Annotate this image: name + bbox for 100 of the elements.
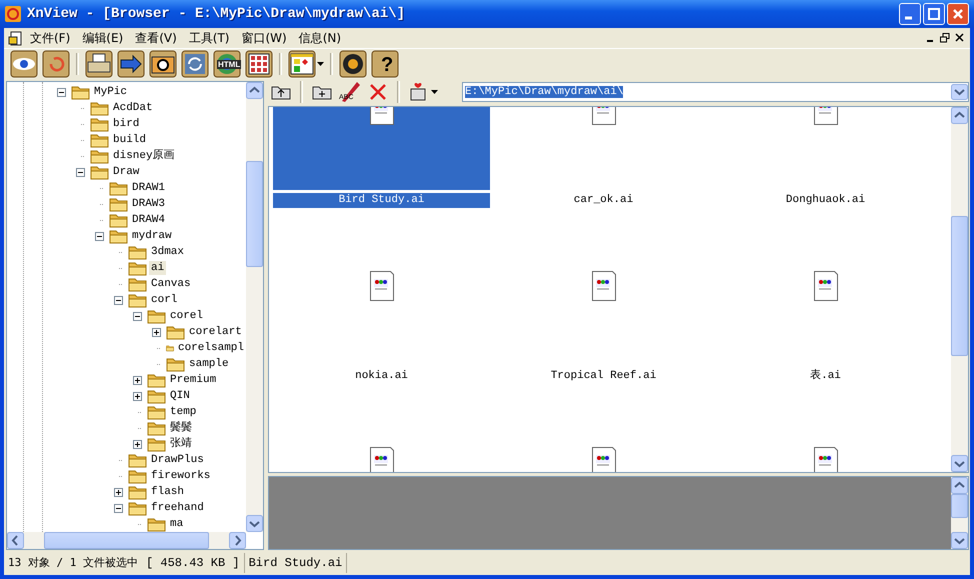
folder-name[interactable]: corelsampl <box>176 341 246 355</box>
scroll-thumb[interactable] <box>951 494 968 518</box>
folder-name[interactable]: fireworks <box>149 469 212 483</box>
toolbar-button[interactable] <box>8 50 40 78</box>
folder-name[interactable]: DRAW4 <box>130 213 168 227</box>
folder-name[interactable]: corel <box>168 309 206 323</box>
menu-item[interactable]: 文件(F) <box>24 30 76 46</box>
toolbar-button[interactable] <box>286 50 326 78</box>
scroll-thumb[interactable] <box>44 532 209 549</box>
status-text: 13 对象 / 1 文件被选中 <box>7 555 139 571</box>
scroll-thumb[interactable] <box>951 216 968 356</box>
folder-icon <box>128 260 147 276</box>
folder-name[interactable]: corl <box>149 293 180 307</box>
folder-name[interactable]: 3dmax <box>149 245 186 259</box>
toolbar-button[interactable] <box>337 50 369 78</box>
scroll-left-button[interactable] <box>7 532 24 549</box>
folder-icon <box>90 116 109 132</box>
folder-icon <box>147 404 166 420</box>
expand-icon[interactable] <box>114 488 123 496</box>
menu-item[interactable]: 信息(N) <box>292 30 348 46</box>
file-name[interactable]: Donghuaok.ai <box>717 193 934 208</box>
toolbar-button[interactable]: ? <box>369 50 401 78</box>
document-icon <box>370 271 394 301</box>
file-name[interactable]: Tropical Reef.ai <box>495 369 712 384</box>
collapse-icon[interactable] <box>95 232 104 240</box>
folder-name[interactable]: DRAW3 <box>130 197 168 211</box>
folder-icon <box>90 148 109 164</box>
folder-name[interactable]: flash <box>149 485 186 499</box>
collapse-icon[interactable] <box>133 312 142 320</box>
folder-name[interactable]: Draw <box>111 165 142 179</box>
file-name[interactable]: 表.ai <box>717 369 934 384</box>
folder-name[interactable]: ai <box>149 261 166 275</box>
folder-icon <box>147 388 166 404</box>
folder-name[interactable]: temp <box>168 405 198 419</box>
scroll-up-button[interactable] <box>951 107 968 124</box>
collapse-icon[interactable] <box>114 504 123 512</box>
expand-icon[interactable] <box>133 392 142 400</box>
scroll-down-button[interactable] <box>951 532 968 549</box>
folder-name[interactable]: MyPic <box>92 85 130 99</box>
folder-name[interactable]: Premium <box>168 373 218 387</box>
folder-name[interactable]: Canvas <box>149 277 193 291</box>
folder-name[interactable]: build <box>111 133 148 147</box>
folder-icon <box>128 292 147 308</box>
folder-icon <box>147 372 166 388</box>
toolbar-button[interactable] <box>243 50 275 78</box>
scroll-down-button[interactable] <box>246 515 263 532</box>
menu-item[interactable]: 工具(T) <box>182 30 236 46</box>
folder-icon <box>109 180 128 196</box>
expand-icon[interactable] <box>133 440 142 448</box>
dropdown-icon <box>317 62 324 66</box>
folder-icon <box>90 164 109 180</box>
toolbar-button[interactable] <box>115 50 147 78</box>
folder-name[interactable]: disney原画 <box>111 149 177 163</box>
toolbar-button[interactable] <box>179 50 211 78</box>
address-field[interactable]: E:\MyPic\Draw\mydraw\ai\ <box>462 82 969 102</box>
document-icon <box>592 271 616 301</box>
file-name[interactable]: nokia.ai <box>273 369 490 384</box>
folder-icon <box>128 276 147 292</box>
expand-icon[interactable] <box>133 376 142 384</box>
expand-icon[interactable] <box>152 328 161 336</box>
folder-name[interactable]: AcdDat <box>111 101 155 115</box>
scroll-up-button[interactable] <box>951 477 968 494</box>
scroll-down-button[interactable] <box>951 455 968 472</box>
folder-name[interactable]: 张靖 <box>168 437 194 451</box>
scroll-up-button[interactable] <box>246 82 263 99</box>
folder-name[interactable]: corelart <box>187 325 244 339</box>
folder-name[interactable]: DRAW1 <box>130 181 168 195</box>
collapse-icon[interactable] <box>76 168 85 176</box>
document-icon <box>814 271 838 301</box>
folder-name[interactable]: bird <box>111 117 142 131</box>
folder-name[interactable]: DrawPlus <box>149 453 206 467</box>
folder-name[interactable]: ma <box>168 517 186 531</box>
toolbar-button[interactable] <box>83 50 115 78</box>
collapse-icon[interactable] <box>57 88 66 96</box>
folder-name[interactable]: freehand <box>149 501 206 515</box>
file-name[interactable]: car_ok.ai <box>495 193 712 208</box>
maximize-button[interactable] <box>923 3 945 25</box>
file-name[interactable]: Bird Study.ai <box>273 193 490 208</box>
menu-item[interactable]: 查看(V) <box>129 30 183 46</box>
folder-name[interactable]: sample <box>187 357 231 371</box>
folder-icon <box>109 228 128 244</box>
folder-name[interactable]: mydraw <box>130 229 174 243</box>
folder-icon <box>90 100 109 116</box>
scroll-thumb[interactable] <box>246 161 263 267</box>
collapse-icon[interactable] <box>114 296 123 304</box>
close-button[interactable] <box>954 32 966 44</box>
folder-name[interactable]: QIN <box>168 389 192 403</box>
toolbar-button[interactable] <box>147 50 179 78</box>
folder-name[interactable]: 鬓鬓 <box>168 421 194 435</box>
document-icon <box>8 29 24 47</box>
toolbar-button[interactable] <box>40 50 72 78</box>
menu-item[interactable]: 编辑(E) <box>76 30 130 46</box>
help-icon <box>371 50 399 78</box>
scroll-right-button[interactable] <box>229 532 246 549</box>
folder-icon <box>128 452 147 468</box>
menu-item[interactable]: 窗口(W) <box>236 30 293 46</box>
dropdown-button[interactable] <box>951 84 968 100</box>
restore-button[interactable] <box>939 32 951 44</box>
folder-icon <box>128 244 147 260</box>
toolbar-button[interactable]: HTML <box>211 50 243 78</box>
